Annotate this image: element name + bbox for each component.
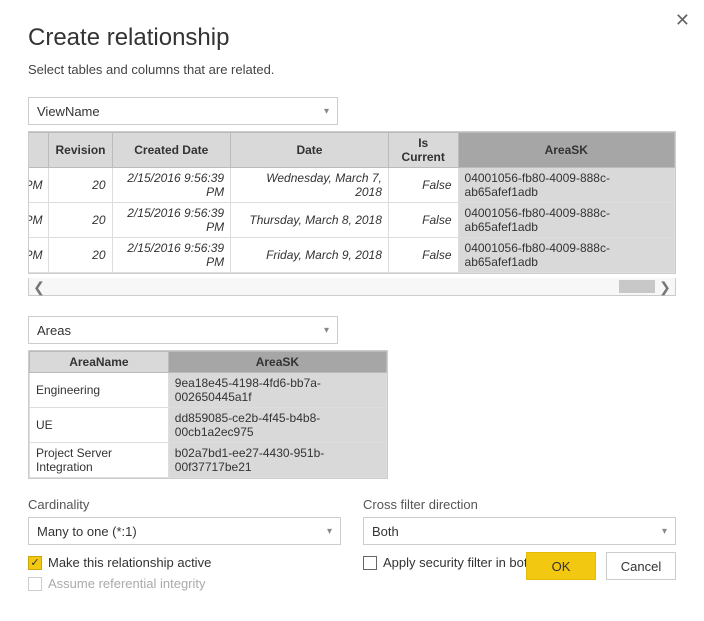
integrity-label: Assume referential integrity bbox=[48, 576, 206, 591]
table1-select-value: ViewName bbox=[37, 104, 100, 119]
col-revision[interactable]: Revision bbox=[49, 133, 112, 168]
table2-select-value: Areas bbox=[37, 323, 71, 338]
chevron-down-icon: ▾ bbox=[327, 526, 332, 537]
table-header-row: Revision Created Date Date Is Current Ar… bbox=[28, 133, 675, 168]
scroll-left-icon[interactable]: ❮ bbox=[29, 280, 49, 294]
table-row[interactable]: 1 PM 20 2/15/2016 9:56:39 PM Friday, Mar… bbox=[28, 238, 675, 273]
table1-grid: Revision Created Date Date Is Current Ar… bbox=[28, 131, 676, 274]
dialog-title: Create relationship bbox=[28, 24, 676, 52]
col-created-date[interactable]: Created Date bbox=[112, 133, 231, 168]
table2-select[interactable]: Areas ▾ bbox=[28, 316, 338, 344]
crossfilter-label: Cross filter direction bbox=[363, 497, 676, 512]
crossfilter-value: Both bbox=[372, 524, 399, 539]
col-areaname[interactable]: AreaName bbox=[30, 352, 169, 373]
col-is-current[interactable]: Is Current bbox=[388, 133, 458, 168]
active-label: Make this relationship active bbox=[48, 555, 211, 570]
col-areask[interactable]: AreaSK bbox=[458, 133, 674, 168]
crossfilter-select[interactable]: Both ▾ bbox=[363, 517, 676, 545]
chevron-down-icon: ▾ bbox=[662, 526, 667, 537]
integrity-checkbox bbox=[28, 577, 42, 591]
table-row[interactable]: UE dd859085-ce2b-4f45-b4b8-00cb1a2ec975 bbox=[30, 408, 387, 443]
cardinality-value: Many to one (*:1) bbox=[37, 524, 137, 539]
table-row[interactable]: Project Server Integration b02a7bd1-ee27… bbox=[30, 443, 387, 478]
table-header-row: AreaName AreaSK bbox=[30, 352, 387, 373]
scroll-thumb[interactable] bbox=[619, 280, 655, 293]
chevron-down-icon: ▾ bbox=[324, 325, 329, 336]
table1-hscroll[interactable]: ❮ ❯ bbox=[28, 278, 676, 296]
security-checkbox[interactable] bbox=[363, 556, 377, 570]
table2-grid: AreaName AreaSK Engineering 9ea18e45-419… bbox=[28, 350, 388, 479]
table-row[interactable]: 1 PM 20 2/15/2016 9:56:39 PM Wednesday, … bbox=[28, 168, 675, 203]
col-areask2[interactable]: AreaSK bbox=[168, 352, 386, 373]
table-row[interactable]: 1 PM 20 2/15/2016 9:56:39 PM Thursday, M… bbox=[28, 203, 675, 238]
chevron-down-icon: ▾ bbox=[324, 106, 329, 117]
cardinality-label: Cardinality bbox=[28, 497, 341, 512]
cardinality-select[interactable]: Many to one (*:1) ▾ bbox=[28, 517, 341, 545]
scroll-right-icon[interactable]: ❯ bbox=[655, 280, 675, 294]
col-date[interactable]: Date bbox=[231, 133, 389, 168]
dialog-subtitle: Select tables and columns that are relat… bbox=[28, 62, 676, 77]
active-checkbox[interactable]: ✓ bbox=[28, 556, 42, 570]
ok-button[interactable]: OK bbox=[526, 552, 596, 580]
close-icon[interactable]: ✕ bbox=[675, 10, 690, 31]
table-row[interactable]: Engineering 9ea18e45-4198-4fd6-bb7a-0026… bbox=[30, 373, 387, 408]
table1-select[interactable]: ViewName ▾ bbox=[28, 97, 338, 125]
cancel-button[interactable]: Cancel bbox=[606, 552, 676, 580]
